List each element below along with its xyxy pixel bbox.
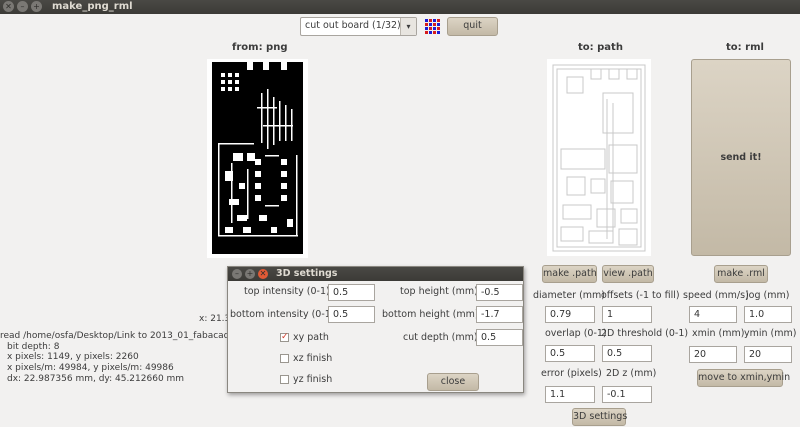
cut-depth-label: cut depth (mm): [403, 332, 481, 343]
ymin-label: ymin (mm) [744, 328, 797, 339]
quit-button[interactable]: quit [447, 17, 498, 36]
minimize-window-icon[interactable]: – [17, 1, 28, 12]
send-it-button[interactable]: send it! [691, 59, 791, 256]
pcb-board-image [212, 62, 303, 254]
yz-finish-checkbox[interactable] [280, 375, 289, 384]
offsets-label: offsets (-1 to fill) [601, 290, 680, 301]
maximize-window-icon[interactable]: + [31, 1, 42, 12]
pixels-text: x pixels: 1149, y pixels: 2260 [7, 352, 139, 362]
window-title: make_png_rml [52, 1, 133, 12]
diameter-label: diameter (mm) [533, 290, 606, 301]
pixels-per-m-text: x pixels/m: 49984, y pixels/m: 49986 [7, 363, 174, 373]
bit-depth-text: bit depth: 8 [7, 342, 60, 352]
path-column-title: to: path [578, 42, 623, 53]
bottom-height-label: bottom height (mm): [382, 309, 482, 320]
path-outline-image [552, 64, 646, 252]
error-label: error (pixels) [541, 368, 602, 379]
z2d-label: 2D z (mm) [606, 368, 657, 379]
overlap-label: overlap (0-1) [545, 328, 607, 339]
close-window-icon[interactable]: ✕ [3, 1, 14, 12]
top-intensity-input[interactable]: 0.5 [328, 284, 375, 301]
rml-column-title: to: rml [726, 42, 764, 53]
png-preview [207, 59, 308, 258]
send-it-label: send it! [720, 152, 762, 163]
grid-palette-icon[interactable] [424, 18, 440, 34]
dx-dy-text: dx: 22.987356 mm, dy: 45.212660 mm [7, 374, 185, 384]
read-path-text: read /home/osfa/Desktop/Link to 2013_01_… [0, 331, 227, 341]
mode-select-value: cut out board (1/32) [305, 20, 401, 31]
speed-label: speed (mm/s) [683, 290, 749, 301]
overlap-input[interactable]: 0.5 [545, 345, 595, 362]
yz-finish-label: yz finish [293, 374, 333, 385]
ymin-input[interactable]: 20 [744, 346, 792, 363]
checkmark-icon: ✓ [281, 332, 289, 342]
mode-select[interactable]: cut out board (1/32) ▾ [300, 17, 417, 36]
png-column-title: from: png [232, 42, 288, 53]
chevron-down-icon[interactable]: ▾ [400, 18, 416, 35]
make-rml-button[interactable]: make .rml [714, 265, 768, 283]
top-intensity-label: top intensity (0-1): [244, 286, 333, 297]
top-height-label: top height (mm): [400, 286, 482, 297]
jog-label: jog (mm) [746, 290, 790, 301]
speed-input[interactable]: 4 [689, 306, 737, 323]
cut-depth-input[interactable]: 0.5 [476, 329, 523, 346]
error-input[interactable]: 1.1 [545, 386, 595, 403]
bottom-height-input[interactable]: -1.7 [476, 306, 523, 323]
dialog-close-icon[interactable]: ✕ [258, 269, 268, 279]
xmin-label: xmin (mm) [692, 328, 745, 339]
make-path-button[interactable]: make .path [542, 265, 597, 283]
settings-3d-dialog: – + ✕ 3D settings top intensity (0-1): 0… [227, 266, 524, 393]
dialog-maximize-icon[interactable]: + [245, 269, 255, 279]
diameter-input[interactable]: 0.79 [545, 306, 595, 323]
xmin-input[interactable]: 20 [689, 346, 737, 363]
bottom-intensity-label: bottom intensity (0-1): [230, 309, 338, 320]
xy-path-checkbox[interactable]: ✓ [280, 333, 289, 342]
top-height-input[interactable]: -0.5 [476, 284, 523, 301]
z2d-input[interactable]: -0.1 [602, 386, 652, 403]
x-readout: x: 21.3 [199, 314, 231, 324]
settings-3d-button[interactable]: 3D settings [572, 408, 627, 426]
offsets-input[interactable]: 1 [602, 306, 652, 323]
jog-input[interactable]: 1.0 [744, 306, 792, 323]
xz-finish-label: xz finish [293, 353, 333, 364]
dialog-titlebar: – + ✕ 3D settings [228, 267, 523, 281]
dialog-minimize-icon[interactable]: – [232, 269, 242, 279]
dialog-close-button[interactable]: close [427, 373, 479, 391]
path-preview [547, 59, 651, 256]
bottom-intensity-input[interactable]: 0.5 [328, 306, 375, 323]
threshold-label: 2D threshold (0-1) [601, 328, 689, 339]
dialog-title: 3D settings [276, 268, 338, 279]
move-to-xmin-ymin-button[interactable]: move to xmin,ymin [697, 369, 790, 387]
window-titlebar: ✕ – + make_png_rml [0, 0, 800, 14]
xy-path-label: xy path [293, 332, 329, 343]
view-path-button[interactable]: view .path [602, 265, 654, 283]
xz-finish-checkbox[interactable] [280, 354, 289, 363]
threshold-input[interactable]: 0.5 [602, 345, 652, 362]
